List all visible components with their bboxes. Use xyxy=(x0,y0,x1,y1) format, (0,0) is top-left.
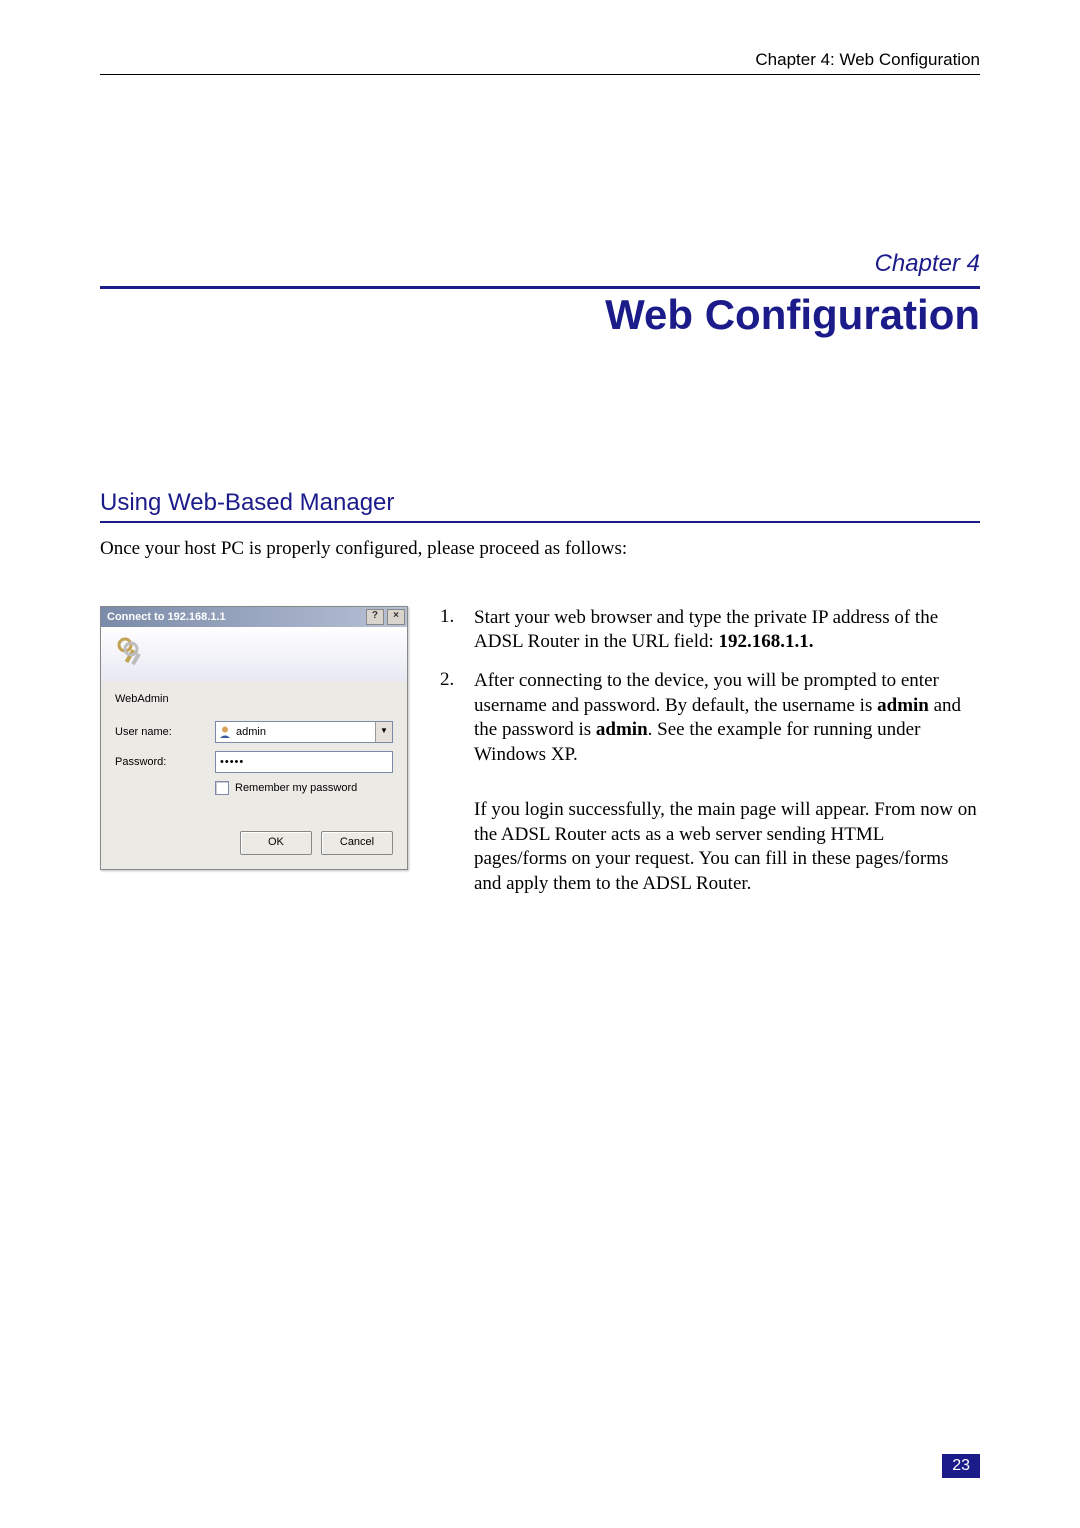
dialog-buttons: OK Cancel xyxy=(115,831,393,855)
cancel-button[interactable]: Cancel xyxy=(321,831,393,855)
username-label: User name: xyxy=(115,726,215,738)
password-label: Password: xyxy=(115,756,215,768)
step-1-text: Start your web browser and type the priv… xyxy=(474,606,980,655)
login-dialog: Connect to 192.168.1.1 ? × WebAdmin User… xyxy=(100,606,408,870)
step-list: 1. Start your web browser and type the p… xyxy=(440,606,980,897)
username-value: admin xyxy=(236,726,266,738)
dialog-title: Connect to 192.168.1.1 xyxy=(107,611,226,623)
section-intro: Once your host PC is properly configured… xyxy=(100,537,980,562)
page-number: 23 xyxy=(942,1454,980,1478)
dialog-titlebar: Connect to 192.168.1.1 ? × xyxy=(101,607,407,627)
dialog-subtitle: WebAdmin xyxy=(115,693,393,705)
user-icon xyxy=(218,725,232,739)
section-heading: Using Web-Based Manager xyxy=(100,489,980,523)
username-input[interactable]: admin ▼ xyxy=(215,721,393,743)
keys-icon xyxy=(111,635,147,671)
chapter-title: Web Configuration xyxy=(100,291,980,339)
chapter-block: Chapter 4 Web Configuration xyxy=(100,250,980,339)
password-input[interactable]: ••••• xyxy=(215,751,393,773)
remember-row: Remember my password xyxy=(215,781,393,795)
remember-label: Remember my password xyxy=(235,782,357,794)
title-controls: ? × xyxy=(366,609,405,625)
password-row: Password: ••••• xyxy=(115,751,393,773)
step-2-text: After connecting to the device, you will… xyxy=(474,669,980,768)
step-2: 2. After connecting to the device, you w… xyxy=(440,669,980,768)
chapter-rule xyxy=(100,286,980,289)
step-2-num: 2. xyxy=(440,669,474,768)
page-header: Chapter 4: Web Configuration xyxy=(100,50,980,75)
chevron-down-icon[interactable]: ▼ xyxy=(375,722,392,742)
step-followup: If you login successfully, the main page… xyxy=(474,798,980,897)
username-row: User name: admin ▼ xyxy=(115,721,393,743)
close-icon[interactable]: × xyxy=(387,609,405,625)
ok-button[interactable]: OK xyxy=(240,831,312,855)
remember-checkbox[interactable] xyxy=(215,781,229,795)
step-1: 1. Start your web browser and type the p… xyxy=(440,606,980,655)
help-icon[interactable]: ? xyxy=(366,609,384,625)
step-1-num: 1. xyxy=(440,606,474,655)
header-text: Chapter 4: Web Configuration xyxy=(755,50,980,69)
dialog-banner xyxy=(101,627,407,681)
chapter-label: Chapter 4 xyxy=(100,250,980,278)
dialog-body: WebAdmin User name: admin ▼ Password: • xyxy=(101,681,407,869)
